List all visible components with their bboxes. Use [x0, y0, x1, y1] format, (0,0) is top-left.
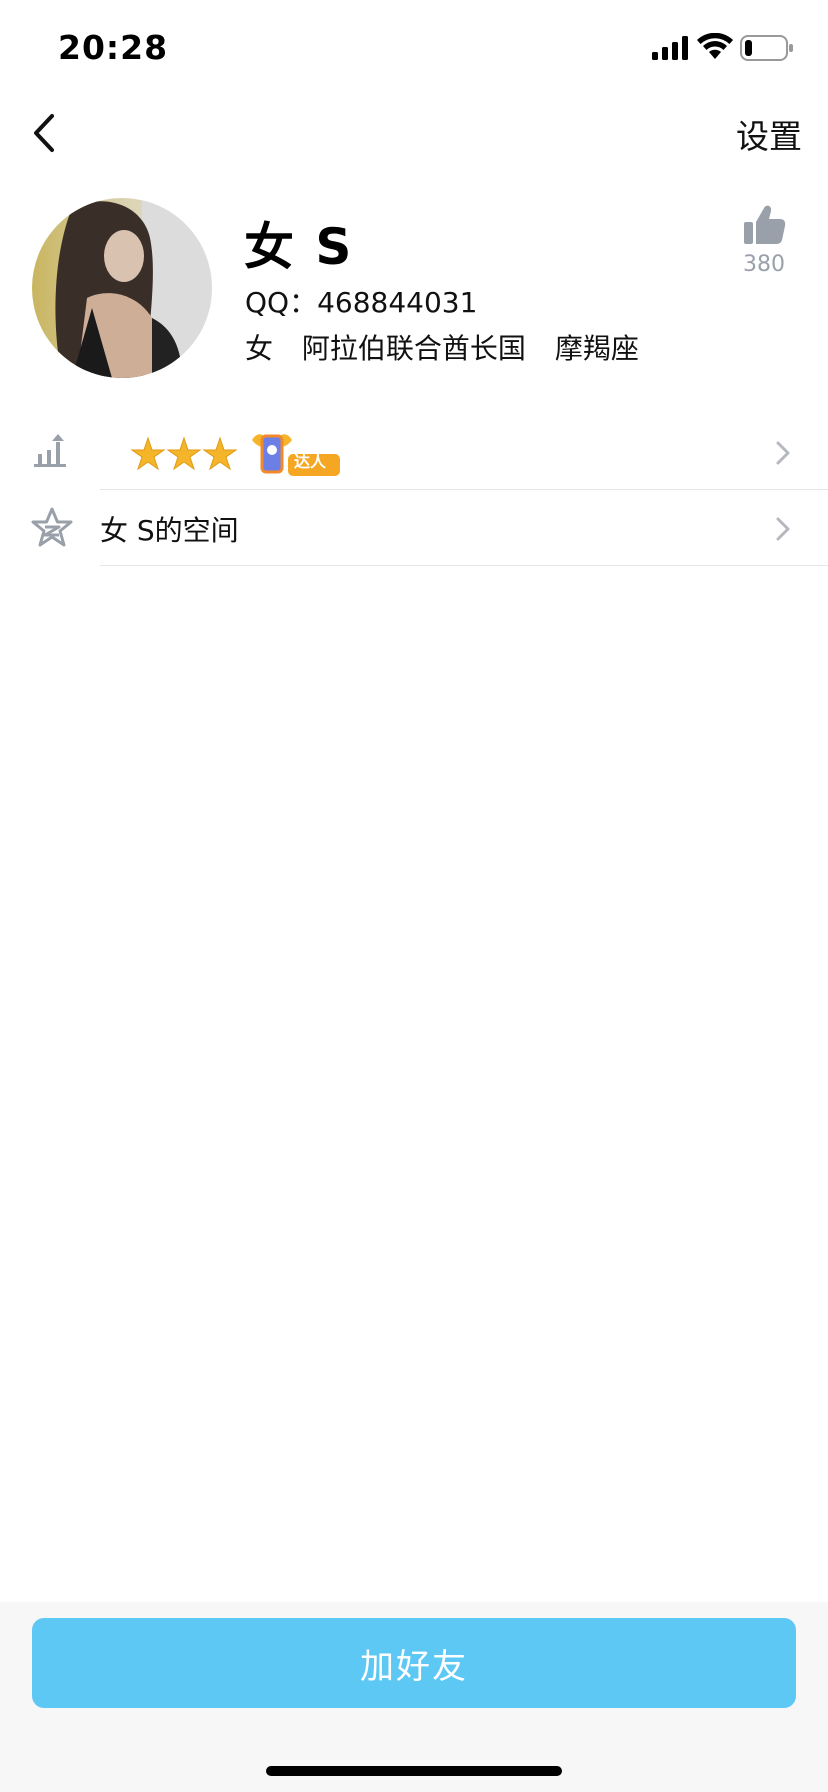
qq-number: QQ：468844031 — [245, 286, 478, 319]
avatar[interactable] — [32, 198, 212, 378]
cellular-signal-icon — [652, 36, 688, 60]
back-chevron-icon[interactable] — [26, 108, 66, 158]
thumbs-up-icon — [744, 205, 786, 244]
level-badges: 达人 — [100, 426, 360, 482]
zodiac-text: 摩羯座 — [554, 332, 639, 365]
level-chart-icon — [34, 434, 66, 467]
chevron-right-icon — [776, 441, 790, 465]
profile-info-line: 女 阿拉伯联合酋长国 摩羯座 — [245, 327, 659, 367]
wifi-icon — [697, 33, 733, 59]
expert-badge-label: 达人 — [294, 452, 327, 471]
add-friend-button[interactable]: 加好友 — [32, 1618, 796, 1708]
qzone-star-icon — [31, 507, 73, 547]
status-time: 20:28 — [58, 28, 169, 67]
qzone-label: 女 S的空间 — [100, 514, 239, 547]
nickname: 女 S — [244, 218, 354, 276]
star-icon — [130, 436, 166, 471]
battery-icon — [740, 35, 793, 61]
avatar-image — [32, 198, 212, 378]
level-row[interactable]: 达人 — [0, 414, 828, 490]
moon-icon — [108, 440, 130, 470]
chevron-right-icon — [776, 517, 790, 541]
status-bar: 20:28 — [0, 0, 828, 100]
star-icon — [202, 436, 238, 471]
star-icon — [166, 436, 202, 471]
qzone-row[interactable]: 女 S的空间 — [0, 490, 828, 566]
region-text: 阿拉伯联合酋长国 — [301, 332, 526, 365]
row-divider — [100, 565, 828, 566]
gender-text: 女 — [245, 332, 274, 365]
settings-button[interactable]: 设置 — [736, 110, 802, 158]
like-button[interactable]: 380 — [734, 204, 794, 277]
like-count: 380 — [743, 252, 785, 277]
home-indicator — [266, 1766, 562, 1776]
